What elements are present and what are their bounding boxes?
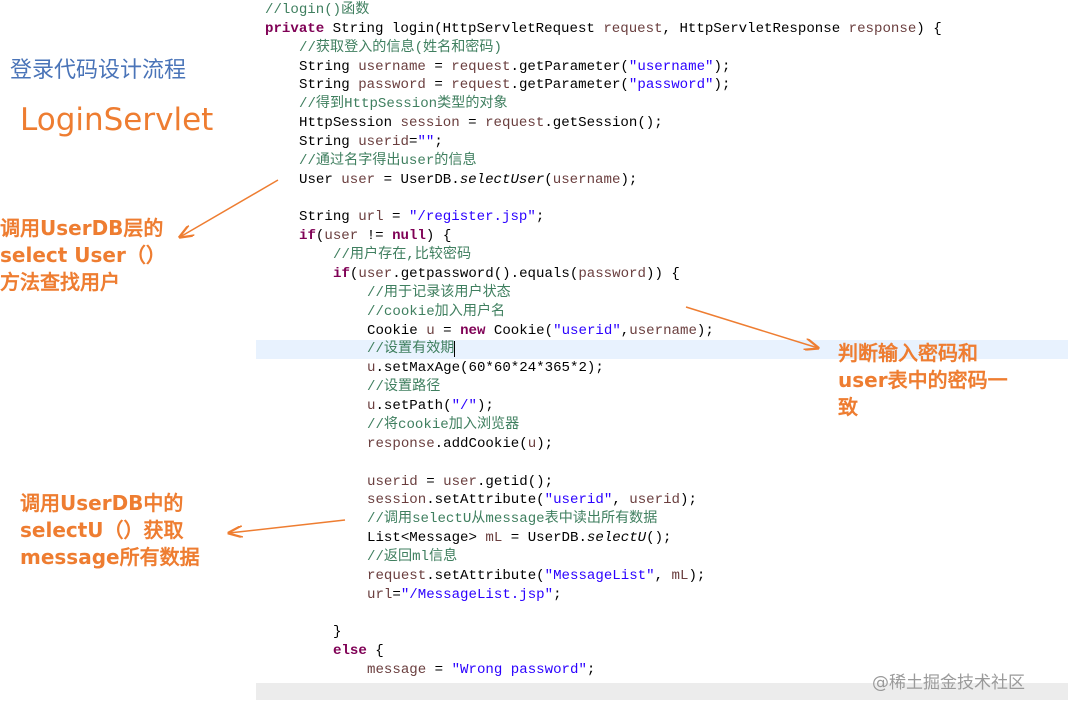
arrow-password-check	[685, 306, 818, 348]
watermark: @稀土掘金技术社区	[872, 673, 1025, 693]
arrow-select-user	[180, 179, 279, 237]
arrow-select-u	[229, 519, 346, 533]
annotation-arrows	[0, 179, 1068, 710]
